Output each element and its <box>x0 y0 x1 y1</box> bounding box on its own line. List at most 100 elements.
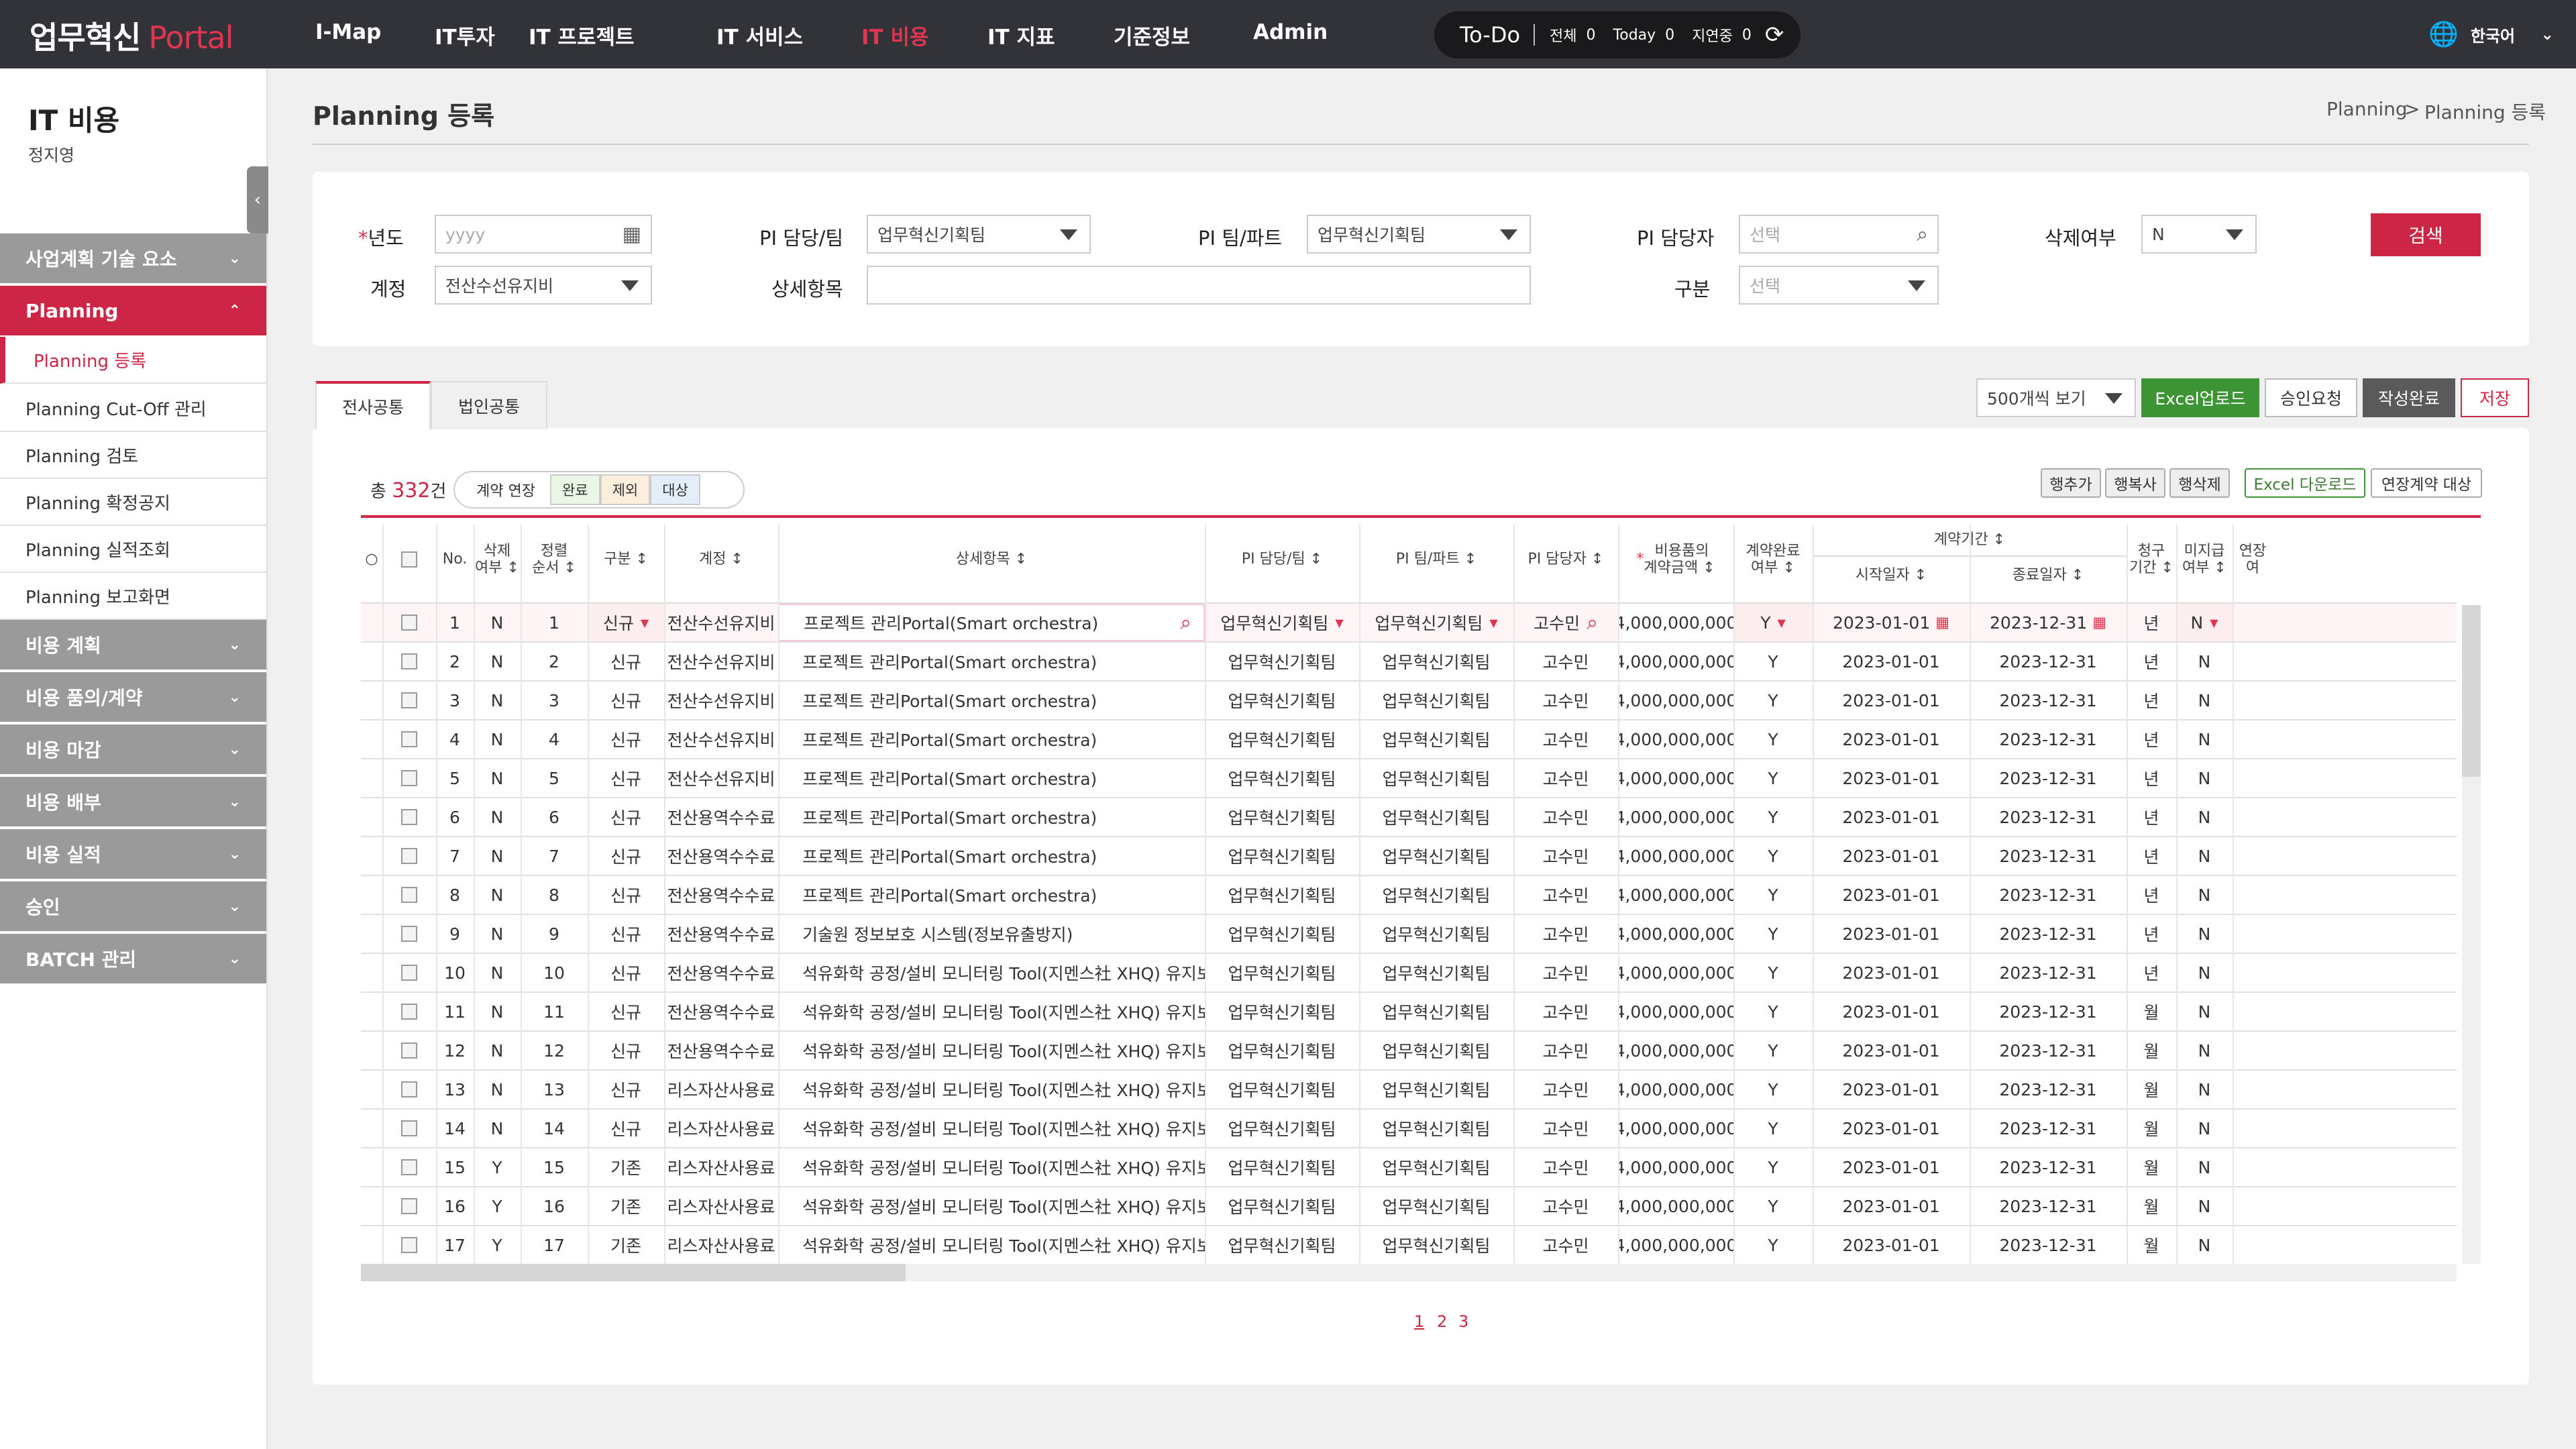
row-radio[interactable] <box>361 915 382 953</box>
table-row[interactable]: 11 N 11 신규 전산용역수수료 석유화학 공정/설비 모니터링 Tool(지멘스社 … <box>361 993 2457 1032</box>
row-unpaid[interactable]: N ▼ <box>2176 604 2233 641</box>
row-pi-team[interactable]: 업무혁신기획팀 ▼ <box>1205 604 1359 641</box>
sidebar-menu-cost-actual[interactable]: 비용 실적 ⌄ <box>0 829 266 880</box>
sidebar-menu-approval[interactable]: 승인 ⌄ <box>0 881 266 932</box>
nav-it-investment[interactable]: IT투자 <box>435 20 495 50</box>
header-select-all[interactable] <box>382 525 436 594</box>
row-checkbox[interactable] <box>401 731 417 747</box>
table-row[interactable]: 16 Y 16 기존 리스자산사용료 석유화학 공정/설비 모니터링 Tool(지멘스社 … <box>361 1187 2457 1226</box>
row-checkbox-cell[interactable] <box>382 720 436 758</box>
nav-imap[interactable]: I-Map <box>315 20 381 44</box>
row-checkbox-cell[interactable] <box>382 759 436 797</box>
row-checkbox-cell[interactable] <box>382 915 436 953</box>
row-contract-done[interactable]: Y ▼ <box>1733 604 1813 641</box>
calendar-icon[interactable]: ▦ <box>2092 614 2106 631</box>
table-row[interactable]: 4 N 4 신규 전산수선유지비 프로젝트 관리Portal(Smart orchestr… <box>361 720 2457 759</box>
row-radio[interactable] <box>361 798 382 836</box>
nav-it-project[interactable]: IT 프로젝트 <box>529 20 635 50</box>
row-pi-owner[interactable]: 고수민 ⌕ <box>1513 604 1618 641</box>
page-1[interactable]: 1 <box>1414 1312 1424 1331</box>
row-checkbox[interactable] <box>401 1120 417 1136</box>
row-checkbox[interactable] <box>401 1198 417 1214</box>
row-checkbox[interactable] <box>401 692 417 708</box>
row-radio[interactable] <box>361 837 382 875</box>
add-row-button[interactable]: 행추가 <box>2041 468 2101 498</box>
pi-part-select[interactable]: 업무혁신기획팀 <box>1307 215 1531 254</box>
table-row[interactable]: 6 N 6 신규 전산용역수수료 프로젝트 관리Portal(Smart orchestr… <box>361 798 2457 837</box>
sidebar-menu-cost-contract[interactable]: 비용 품의/계약 ⌄ <box>0 672 266 723</box>
table-row[interactable]: 9 N 9 신규 전산용역수수료 기술원 정보보호 시스템(정보유출방지) 업무혁신기획팀 업… <box>361 915 2457 954</box>
row-checkbox-cell[interactable] <box>382 1110 436 1147</box>
row-checkbox[interactable] <box>401 1081 417 1097</box>
row-radio[interactable] <box>361 1071 382 1108</box>
sidebar-sub-planning-cutoff[interactable]: Planning Cut-Off 관리 <box>0 385 266 432</box>
header-pi-part[interactable]: PI 팀/파트 ↕ <box>1359 525 1513 594</box>
year-input[interactable]: yyyy ▦ <box>435 215 652 254</box>
row-radio[interactable] <box>361 759 382 797</box>
detail-input[interactable] <box>867 266 1531 305</box>
row-checkbox[interactable] <box>401 1237 417 1253</box>
table-row[interactable]: 2 N 2 신규 전산수선유지비 프로젝트 관리Portal(Smart orchestr… <box>361 643 2457 682</box>
copy-row-button[interactable]: 행복사 <box>2105 468 2165 498</box>
vertical-scroll-thumb[interactable] <box>2462 605 2481 777</box>
portal-logo[interactable]: 업무혁신 Portal <box>30 13 233 58</box>
sidebar-menu-planning[interactable]: Planning ⌃ <box>0 286 266 337</box>
row-detail[interactable]: 프로젝트 관리Portal(Smart orchestra) ⌕ <box>778 604 1205 641</box>
row-checkbox[interactable] <box>401 653 417 669</box>
row-pi-part[interactable]: 업무혁신기획팀 ▼ <box>1359 604 1513 641</box>
excel-download-button[interactable]: Excel 다운로드 <box>2245 468 2365 498</box>
sidebar-sub-planning-report[interactable]: Planning 보고화면 <box>0 573 266 620</box>
account-select[interactable]: 전산수선유지비 <box>435 266 652 305</box>
row-checkbox[interactable] <box>401 1042 417 1059</box>
tab-corporate-common[interactable]: 법인공통 <box>431 381 547 429</box>
row-checkbox[interactable] <box>401 965 417 981</box>
table-row[interactable]: 14 N 14 신규 리스자산사용료 석유화학 공정/설비 모니터링 Tool(지멘스社 … <box>361 1110 2457 1148</box>
breadcrumb-planning[interactable]: Planning <box>2326 98 2408 120</box>
row-radio[interactable] <box>361 1187 382 1225</box>
pi-owner-input[interactable]: 선택 ⌕ <box>1739 215 1939 254</box>
sidebar-sub-planning-notice[interactable]: Planning 확정공지 <box>0 479 266 526</box>
row-radio[interactable] <box>361 682 382 719</box>
page-3[interactable]: 3 <box>1458 1312 1468 1331</box>
header-detail[interactable]: 상세항목 ↕ <box>778 525 1205 594</box>
row-amount[interactable]: 4,000,000,000 <box>1618 604 1733 641</box>
header-billing-period[interactable]: 청구 기간 ↕ <box>2127 525 2176 594</box>
header-unpaid[interactable]: 미지급 여부 ↕ <box>2176 525 2233 594</box>
row-radio[interactable] <box>361 993 382 1030</box>
header-start-date[interactable]: 시작일자 ↕ <box>1813 557 1970 594</box>
row-checkbox-cell[interactable] <box>382 1032 436 1069</box>
header-deleted[interactable]: 삭제 여부 ↕ <box>474 525 521 594</box>
table-row[interactable]: 17 Y 17 기존 리스자산사용료 석유화학 공정/설비 모니터링 Tool(지멘스社 … <box>361 1226 2457 1265</box>
search-icon[interactable]: ⌕ <box>1180 611 1191 635</box>
row-checkbox[interactable] <box>401 887 417 903</box>
row-checkbox[interactable] <box>401 926 417 942</box>
save-button[interactable]: 저장 <box>2461 378 2529 417</box>
row-checkbox-cell[interactable] <box>382 954 436 991</box>
sidebar-menu-tech-element[interactable]: 사업계획 기술 요소 ⌄ <box>0 233 266 284</box>
todo-panel[interactable]: To-Do 전체 0 Today 0 지연중 0 ⟳ <box>1434 11 1801 58</box>
sidebar-sub-planning-result[interactable]: Planning 실적조회 <box>0 526 266 573</box>
header-contract-done[interactable]: 계약완료 여부 ↕ <box>1733 525 1813 594</box>
sidebar-sub-planning-register[interactable]: Planning 등록 <box>0 337 266 384</box>
row-radio[interactable] <box>361 954 382 991</box>
row-checkbox-cell[interactable] <box>382 1187 436 1225</box>
extend-target-button[interactable]: 연장계약 대상 <box>2371 468 2482 498</box>
calendar-icon[interactable]: ▦ <box>1935 614 1949 631</box>
row-checkbox-cell[interactable] <box>382 798 436 836</box>
header-pi-team[interactable]: PI 담당/팀 ↕ <box>1205 525 1359 594</box>
table-row[interactable]: 7 N 7 신규 전산용역수수료 프로젝트 관리Portal(Smart orchestr… <box>361 837 2457 876</box>
table-row[interactable]: 8 N 8 신규 전산용역수수료 프로젝트 관리Portal(Smart orchestr… <box>361 876 2457 915</box>
row-start-date[interactable]: 2023-01-01 ▦ <box>1813 604 1970 641</box>
row-radio[interactable] <box>361 1226 382 1264</box>
row-checkbox-cell[interactable] <box>382 643 436 680</box>
row-checkbox-cell[interactable] <box>382 837 436 875</box>
row-end-date[interactable]: 2023-12-31 ▦ <box>1970 604 2127 641</box>
row-radio[interactable] <box>361 1148 382 1186</box>
row-checkbox-cell[interactable] <box>382 682 436 719</box>
excel-upload-button[interactable]: Excel업로드 <box>2141 378 2259 417</box>
sidebar-sub-planning-review[interactable]: Planning 검토 <box>0 432 266 479</box>
table-row[interactable]: 12 N 12 신규 전산용역수수료 석유화학 공정/설비 모니터링 Tool(지멘스社 … <box>361 1032 2457 1071</box>
row-checkbox-cell[interactable] <box>382 876 436 914</box>
header-end-date[interactable]: 종료일자 ↕ <box>1970 557 2127 594</box>
row-radio[interactable] <box>361 1032 382 1069</box>
